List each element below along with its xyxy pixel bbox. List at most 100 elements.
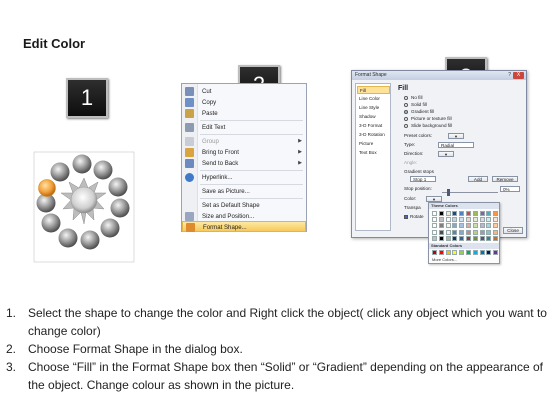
color-swatch[interactable]: [452, 229, 458, 235]
color-swatch[interactable]: [466, 211, 471, 216]
color-swatch[interactable]: [472, 223, 478, 229]
remove-stop-button[interactable]: Remove: [492, 176, 518, 182]
color-swatch[interactable]: [432, 217, 437, 223]
color-swatch[interactable]: [493, 211, 499, 216]
ring-circle[interactable]: [110, 198, 130, 218]
color-swatch[interactable]: [432, 235, 437, 241]
color-swatch[interactable]: [486, 211, 492, 216]
nav-line-color[interactable]: Line Color: [357, 95, 390, 103]
color-swatch[interactable]: [493, 223, 499, 229]
color-swatch[interactable]: [452, 250, 458, 255]
color-swatch[interactable]: [445, 235, 451, 241]
color-swatch[interactable]: [466, 229, 471, 235]
menu-item-bring-to-front[interactable]: Bring to Front ▶: [182, 147, 306, 158]
menu-item-send-to-back[interactable]: Send to Back ▶: [182, 158, 306, 169]
color-swatch[interactable]: [472, 250, 478, 255]
stop-position-input[interactable]: 0%: [500, 186, 520, 192]
color-swatch[interactable]: [472, 217, 478, 223]
color-swatch[interactable]: [438, 229, 444, 235]
color-swatch[interactable]: [493, 217, 499, 223]
menu-item-edit-text[interactable]: Edit Text: [182, 122, 306, 133]
stop-dropdown[interactable]: Stop 1: [410, 176, 436, 182]
option-no-fill[interactable]: No fill: [404, 95, 423, 101]
help-icon[interactable]: ?: [508, 72, 511, 78]
menu-item-cut[interactable]: Cut: [182, 86, 306, 97]
color-swatch[interactable]: [486, 223, 492, 229]
ring-circle[interactable]: [100, 218, 120, 238]
nav-shadow[interactable]: Shadow: [357, 113, 390, 121]
color-swatch[interactable]: [452, 223, 458, 229]
color-swatch[interactable]: [438, 235, 444, 241]
add-stop-button[interactable]: Add: [468, 176, 488, 182]
color-swatch[interactable]: [493, 250, 499, 255]
color-swatch[interactable]: [466, 223, 471, 229]
color-swatch[interactable]: [493, 235, 499, 241]
nav-text-box[interactable]: Text Box: [357, 149, 390, 157]
color-swatch[interactable]: [445, 223, 451, 229]
direction-dropdown[interactable]: ▾: [438, 151, 454, 157]
color-swatch[interactable]: [438, 223, 444, 229]
slider-handle[interactable]: [447, 189, 450, 196]
ring-circle[interactable]: [108, 177, 128, 197]
nav-3d-rotation[interactable]: 3-D Rotation: [357, 131, 390, 139]
nav-3d-format[interactable]: 3-D Format: [357, 122, 390, 130]
menu-item-save-as-picture[interactable]: Save as Picture...: [182, 186, 306, 197]
color-swatch[interactable]: [452, 235, 458, 241]
color-swatch[interactable]: [493, 229, 499, 235]
menu-item-hyperlink[interactable]: Hyperlink...: [182, 172, 306, 183]
color-swatch[interactable]: [438, 211, 444, 216]
ring-circle[interactable]: [80, 230, 100, 250]
color-swatch[interactable]: [432, 211, 437, 216]
color-swatch[interactable]: [486, 250, 492, 255]
color-swatch[interactable]: [445, 229, 451, 235]
color-swatch[interactable]: [479, 229, 485, 235]
menu-item-copy[interactable]: Copy: [182, 97, 306, 108]
type-dropdown[interactable]: Radial: [438, 142, 474, 148]
color-swatch[interactable]: [459, 223, 465, 229]
menu-item-group[interactable]: Group ▶: [182, 136, 306, 147]
color-swatch[interactable]: [466, 217, 471, 223]
color-swatch[interactable]: [445, 217, 451, 223]
nav-picture[interactable]: Picture: [357, 140, 390, 148]
ring-circle[interactable]: [93, 160, 113, 180]
color-swatch[interactable]: [452, 217, 458, 223]
color-swatch[interactable]: [459, 229, 465, 235]
color-swatch[interactable]: [432, 229, 437, 235]
nav-line-style[interactable]: Line Style: [357, 104, 390, 112]
close-icon[interactable]: X: [513, 72, 524, 79]
color-swatch[interactable]: [486, 217, 492, 223]
color-swatch[interactable]: [432, 250, 437, 255]
color-swatch[interactable]: [466, 250, 471, 255]
color-swatch[interactable]: [459, 217, 465, 223]
color-swatch[interactable]: [472, 211, 478, 216]
color-swatch[interactable]: [486, 229, 492, 235]
preset-colors-dropdown[interactable]: ▾: [448, 133, 464, 139]
color-swatch[interactable]: [438, 250, 444, 255]
menu-item-paste[interactable]: Paste: [182, 108, 306, 119]
color-swatch[interactable]: [479, 217, 485, 223]
close-button[interactable]: Close: [503, 227, 523, 234]
color-swatch[interactable]: [459, 211, 465, 216]
color-swatch[interactable]: [472, 229, 478, 235]
color-swatch[interactable]: [459, 235, 465, 241]
color-swatch[interactable]: [479, 250, 485, 255]
ring-circle[interactable]: [50, 162, 70, 182]
ring-circle[interactable]: [72, 154, 92, 174]
more-colors-link[interactable]: More Colors...: [432, 257, 457, 262]
color-swatch[interactable]: [452, 211, 458, 216]
rotate-checkbox[interactable]: Rotate: [404, 213, 424, 220]
color-swatch[interactable]: [459, 250, 465, 255]
color-swatch[interactable]: [486, 235, 492, 241]
color-swatch[interactable]: [445, 211, 451, 216]
ring-circle[interactable]: [58, 228, 78, 248]
option-solid-fill[interactable]: Solid fill: [404, 102, 427, 108]
color-swatch[interactable]: [466, 235, 471, 241]
selected-circle[interactable]: [38, 179, 56, 197]
ring-circle[interactable]: [41, 213, 61, 233]
color-swatch[interactable]: [438, 217, 444, 223]
option-slide-background-fill[interactable]: Slide background fill: [404, 123, 452, 129]
nav-fill[interactable]: Fill: [357, 86, 390, 94]
option-picture-fill[interactable]: Picture or texture fill: [404, 116, 452, 122]
color-swatch[interactable]: [472, 235, 478, 241]
color-swatch[interactable]: [479, 235, 485, 241]
